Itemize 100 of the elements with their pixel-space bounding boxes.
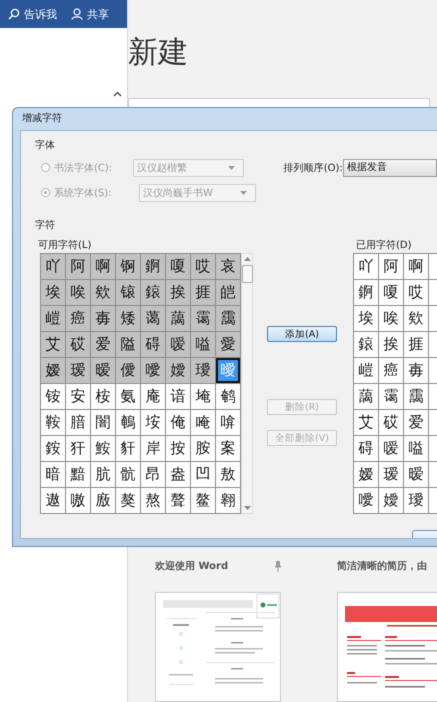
- character-cell[interactable]: 嵦: [41, 306, 65, 331]
- character-cell[interactable]: 碍: [354, 436, 378, 461]
- character-cell[interactable]: 唵: [191, 410, 215, 435]
- character-cell[interactable]: 聱: [166, 488, 190, 513]
- character-cell[interactable]: 豻: [116, 436, 140, 461]
- character-cell[interactable]: 盎: [166, 462, 190, 487]
- character-cell[interactable]: 皑: [216, 280, 240, 305]
- share-button[interactable]: 共享: [71, 6, 109, 22]
- character-cell[interactable]: 欸: [91, 280, 115, 305]
- character-cell[interactable]: 啊: [91, 254, 115, 279]
- character-cell[interactable]: 敖: [216, 462, 240, 487]
- character-cell[interactable]: 藹: [354, 384, 378, 409]
- character-cell[interactable]: 胺: [191, 436, 215, 461]
- character-cell[interactable]: 挨: [379, 332, 403, 357]
- character-cell[interactable]: 瑷: [66, 358, 90, 383]
- character-cell[interactable]: 嗄: [379, 280, 403, 305]
- character-cell[interactable]: 嗌: [191, 332, 215, 357]
- character-cell[interactable]: 庵: [141, 384, 165, 409]
- character-cell[interactable]: 挨: [166, 280, 190, 305]
- character-cell[interactable]: 愛: [216, 332, 240, 357]
- character-cell[interactable]: 矮: [116, 306, 140, 331]
- resume-thumbnail-drawing[interactable]: [337, 592, 437, 702]
- character-cell[interactable]: 哎: [191, 254, 215, 279]
- character-cell[interactable]: 毐: [404, 358, 428, 383]
- character-cell[interactable]: 廒: [91, 488, 115, 513]
- character-cell[interactable]: 碍: [141, 332, 165, 357]
- character-cell[interactable]: 犴: [66, 436, 90, 461]
- character-cell[interactable]: 嫒: [354, 462, 378, 487]
- character-cell[interactable]: 腤: [66, 410, 90, 435]
- character-cell[interactable]: 吖: [354, 254, 378, 279]
- character-cell[interactable]: 獒: [116, 488, 140, 513]
- character-cell[interactable]: 藹: [166, 306, 190, 331]
- character-cell[interactable]: 嗄: [166, 254, 190, 279]
- character-cell[interactable]: 隘: [116, 332, 140, 357]
- character-cell[interactable]: 靄: [216, 306, 240, 331]
- character-cell[interactable]: 癌: [379, 358, 403, 383]
- character-cell[interactable]: 癌: [66, 306, 90, 331]
- character-cell[interactable]: 嗷: [66, 488, 90, 513]
- character-cell[interactable]: 噯: [141, 358, 165, 383]
- resume-thumbnail-drawing[interactable]: [155, 592, 281, 702]
- character-cell[interactable]: 嗳: [166, 332, 190, 357]
- character-cell[interactable]: 锕: [116, 254, 140, 279]
- character-cell[interactable]: 遨: [41, 488, 65, 513]
- tell-me-button[interactable]: 告诉我: [8, 6, 57, 22]
- character-cell[interactable]: 俺: [166, 410, 190, 435]
- character-cell[interactable]: 艾: [354, 410, 378, 435]
- sort-dropdown[interactable]: 根据发音: [342, 158, 437, 176]
- character-cell[interactable]: 岸: [141, 436, 165, 461]
- character-cell[interactable]: 捱: [404, 332, 428, 357]
- character-cell[interactable]: 爱: [404, 410, 428, 435]
- character-cell[interactable]: 暧: [404, 462, 428, 487]
- pin-icon[interactable]: [275, 560, 281, 572]
- character-cell[interactable]: 噯: [354, 488, 378, 513]
- character-cell[interactable]: 埃: [354, 306, 378, 331]
- dialog-button[interactable]: 添加(A): [267, 326, 337, 342]
- character-cell[interactable]: 吖: [41, 254, 65, 279]
- character-cell[interactable]: 肮: [91, 462, 115, 487]
- character-cell[interactable]: 錒: [141, 254, 165, 279]
- character-cell[interactable]: 阿: [379, 254, 403, 279]
- character-cell[interactable]: 鎄: [354, 332, 378, 357]
- character-cell[interactable]: 砹: [379, 410, 403, 435]
- character-cell[interactable]: 闇: [91, 410, 115, 435]
- character-cell[interactable]: 毐: [91, 306, 115, 331]
- character-cell[interactable]: 靄: [404, 384, 428, 409]
- character-cell[interactable]: 嵦: [354, 358, 378, 383]
- collapse-chevron-icon[interactable]: [113, 91, 122, 97]
- character-cell[interactable]: 鳌: [191, 488, 215, 513]
- character-cell[interactable]: 嗳: [379, 436, 403, 461]
- character-cell[interactable]: 嫒: [41, 358, 65, 383]
- character-cell[interactable]: 瑷: [379, 462, 403, 487]
- character-cell[interactable]: 谙: [166, 384, 190, 409]
- character-cell[interactable]: 銨: [41, 436, 65, 461]
- character-cell[interactable]: 爱: [91, 332, 115, 357]
- character-cell[interactable]: 暧: [91, 358, 115, 383]
- scrollbar[interactable]: [241, 253, 253, 514]
- character-cell[interactable]: 璦: [191, 358, 215, 383]
- character-cell[interactable]: 昂: [141, 462, 165, 487]
- character-cell[interactable]: 凹: [191, 462, 215, 487]
- character-cell[interactable]: 案: [216, 436, 240, 461]
- character-cell[interactable]: 黯: [66, 462, 90, 487]
- character-cell[interactable]: 錒: [354, 280, 378, 305]
- character-cell[interactable]: 蔼: [141, 306, 165, 331]
- character-cell[interactable]: 捱: [191, 280, 215, 305]
- character-cell[interactable]: 鞍: [41, 410, 65, 435]
- character-cell[interactable]: 阿: [66, 254, 90, 279]
- character-cell[interactable]: 安: [66, 384, 90, 409]
- character-cell[interactable]: 鎄: [141, 280, 165, 305]
- character-cell[interactable]: 嬡: [166, 358, 190, 383]
- character-cell[interactable]: 啊: [404, 254, 428, 279]
- character-cell[interactable]: 埯: [191, 384, 215, 409]
- character-cell[interactable]: 璦: [404, 488, 428, 513]
- character-cell[interactable]: 桉: [91, 384, 115, 409]
- character-cell[interactable]: 僾: [116, 358, 140, 383]
- character-cell[interactable]: 鵪: [116, 410, 140, 435]
- character-cell[interactable]: 翱: [216, 488, 240, 513]
- scrollbar-thumb[interactable]: [242, 265, 252, 283]
- character-cell[interactable]: 艾: [41, 332, 65, 357]
- character-cell[interactable]: 垵: [141, 410, 165, 435]
- character-cell[interactable]: 铵: [41, 384, 65, 409]
- character-cell[interactable]: 哎: [404, 280, 428, 305]
